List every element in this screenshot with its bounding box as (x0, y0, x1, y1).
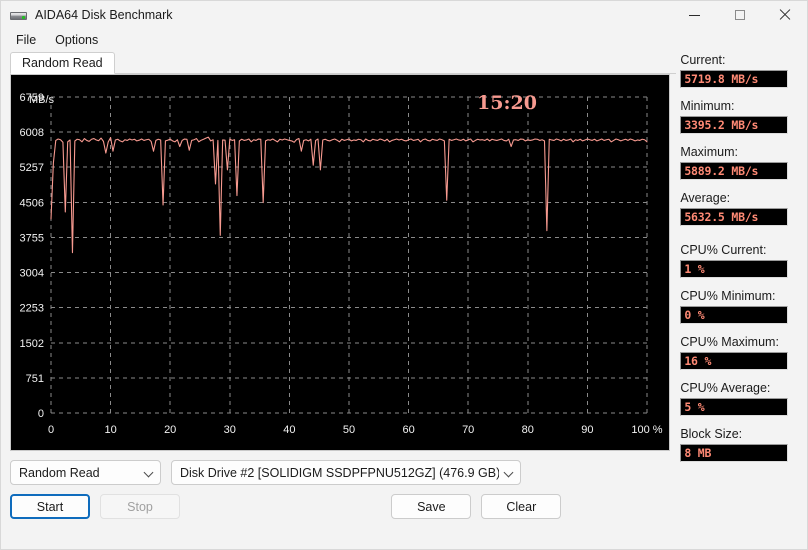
stat-label-average: Average: (680, 191, 731, 205)
minimize-button[interactable] (672, 1, 717, 29)
select-row: Random Read Disk Drive #2 [SOLIDIGM SSDP… (10, 460, 680, 485)
elapsed-timer: 15:20 (477, 92, 537, 114)
stop-button[interactable]: Stop (100, 494, 180, 519)
chart-canvas: MB/s075115022253300437554506525760086759… (20, 92, 663, 436)
stat-average: Average: 5632.5 MB/s (680, 191, 807, 226)
svg-text:90: 90 (581, 424, 593, 436)
tab-random-read[interactable]: Random Read (10, 52, 115, 74)
benchmark-mode-select[interactable]: Random Read (10, 460, 161, 485)
menu-item-file[interactable]: File (8, 31, 44, 49)
window-title: AIDA64 Disk Benchmark (35, 8, 173, 22)
maximize-icon (734, 10, 745, 20)
close-icon (779, 9, 791, 21)
svg-text:4506: 4506 (20, 197, 44, 209)
stat-label-cpu-current: CPU% Current: (680, 243, 767, 257)
svg-text:30: 30 (224, 424, 236, 436)
svg-text:3755: 3755 (20, 232, 44, 244)
disk-drive-icon (10, 9, 27, 22)
benchmark-chart: MB/s 0 751 1502 2253 3004 3755 4506 5257 6008 6759… (10, 74, 670, 451)
svg-text:3004: 3004 (20, 268, 44, 280)
stat-label-cpu-average: CPU% Average: (680, 381, 771, 395)
tab-strip: Random Read (10, 51, 680, 74)
svg-text:5257: 5257 (20, 162, 44, 174)
svg-text:100 %: 100 % (631, 424, 662, 436)
benchmark-mode-value: Random Read (19, 465, 100, 480)
action-button-group: Save Clear (391, 494, 562, 519)
svg-text:60: 60 (402, 424, 414, 436)
stat-value-cpu-average: 5 % (680, 398, 789, 416)
stat-label-maximum: Maximum: (680, 145, 738, 159)
svg-text:0: 0 (38, 408, 44, 420)
svg-text:10: 10 (104, 424, 116, 436)
title-bar: AIDA64 Disk Benchmark (1, 1, 807, 29)
svg-text:70: 70 (462, 424, 474, 436)
stat-cpu-maximum: CPU% Maximum: 16 % (680, 335, 807, 370)
stat-cpu-minimum: CPU% Minimum: 0 % (680, 289, 807, 324)
bottom-controls: Random Read Disk Drive #2 [SOLIDIGM SSDP… (10, 451, 680, 519)
stat-value-average: 5632.5 MB/s (680, 208, 789, 226)
stat-label-cpu-maximum: CPU% Maximum: (680, 335, 779, 349)
stat-minimum: Minimum: 3395.2 MB/s (680, 99, 807, 134)
drive-select-value: Disk Drive #2 [SOLIDIGM SSDPFPNU512GZ] (… (180, 465, 499, 480)
statistics-sidebar: Current: 5719.8 MB/s Minimum: 3395.2 MB/… (680, 51, 807, 549)
button-row: Start Stop Save Clear (10, 494, 680, 519)
svg-text:20: 20 (164, 424, 176, 436)
svg-text:40: 40 (283, 424, 295, 436)
stat-block-size: Block Size: 8 MB (680, 427, 807, 462)
clear-button[interactable]: Clear (481, 494, 562, 519)
chevron-down-icon (505, 468, 514, 477)
title-bar-left: AIDA64 Disk Benchmark (1, 8, 173, 22)
stat-value-current: 5719.8 MB/s (680, 70, 789, 88)
svg-text:2253: 2253 (20, 303, 44, 315)
svg-text:6008: 6008 (20, 127, 44, 139)
stat-cpu-current: CPU% Current: 1 % (680, 243, 807, 278)
stat-maximum: Maximum: 5889.2 MB/s (680, 145, 807, 180)
minimize-icon (689, 14, 700, 16)
stat-value-block-size: 8 MB (680, 444, 789, 462)
maximize-button[interactable] (717, 1, 762, 29)
main-content: Random Read MB/s 0 751 1502 2253 3004 3755 4506… (1, 51, 807, 549)
svg-text:1502: 1502 (20, 338, 44, 350)
stat-value-minimum: 3395.2 MB/s (680, 116, 789, 134)
drive-select[interactable]: Disk Drive #2 [SOLIDIGM SSDPFPNU512GZ] (… (171, 460, 521, 485)
stat-value-cpu-minimum: 0 % (680, 306, 789, 324)
stat-value-maximum: 5889.2 MB/s (680, 162, 789, 180)
window-controls (672, 1, 807, 29)
stat-cpu-average: CPU% Average: 5 % (680, 381, 807, 416)
stat-value-cpu-maximum: 16 % (680, 352, 789, 370)
left-column: Random Read MB/s 0 751 1502 2253 3004 3755 4506… (1, 51, 680, 549)
svg-text:0: 0 (48, 424, 54, 436)
menu-bar: File Options (1, 29, 807, 51)
chevron-down-icon (145, 468, 154, 477)
stat-label-block-size: Block Size: (680, 427, 743, 441)
svg-text:80: 80 (522, 424, 534, 436)
save-button[interactable]: Save (391, 494, 472, 519)
start-button[interactable]: Start (10, 494, 90, 519)
stat-label-current: Current: (680, 53, 726, 67)
aida64-disk-benchmark-window: AIDA64 Disk Benchmark File Options Rando… (0, 0, 808, 550)
stat-label-cpu-minimum: CPU% Minimum: (680, 289, 776, 303)
svg-text:50: 50 (343, 424, 355, 436)
menu-item-options[interactable]: Options (47, 31, 106, 49)
stat-current: Current: 5719.8 MB/s (680, 53, 807, 88)
svg-text:6759: 6759 (20, 92, 44, 104)
stat-label-minimum: Minimum: (680, 99, 735, 113)
close-button[interactable] (762, 1, 807, 29)
stat-value-cpu-current: 1 % (680, 260, 789, 278)
svg-text:751: 751 (26, 373, 44, 385)
